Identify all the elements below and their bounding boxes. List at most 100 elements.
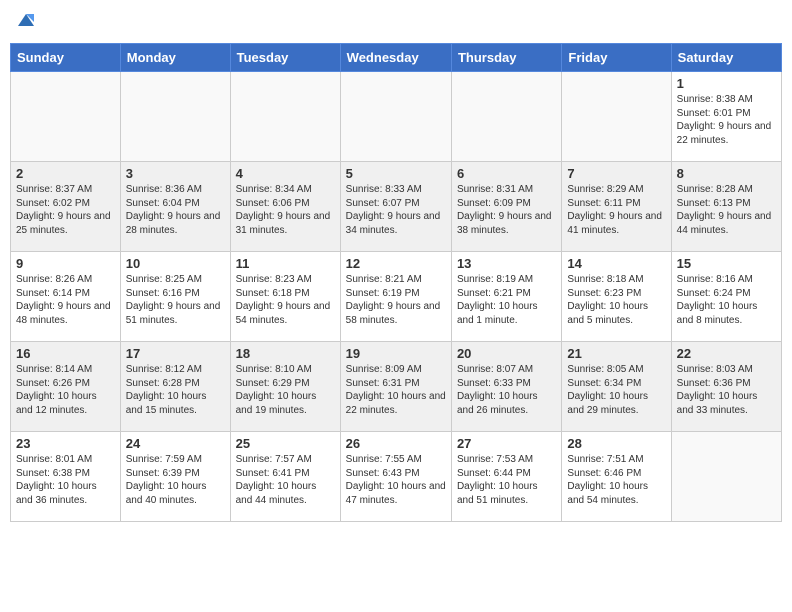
day-number: 12: [346, 256, 446, 271]
day-info: Sunrise: 8:25 AMSunset: 6:16 PMDaylight:…: [126, 273, 225, 327]
day-number: 13: [457, 256, 556, 271]
day-info: Sunrise: 8:31 AMSunset: 6:09 PMDaylight:…: [457, 183, 556, 237]
day-number: 2: [16, 166, 115, 181]
day-info: Sunrise: 8:14 AMSunset: 6:26 PMDaylight:…: [16, 363, 115, 417]
day-number: 28: [567, 436, 665, 451]
day-number: 5: [346, 166, 446, 181]
calendar-day: 27 Sunrise: 7:53 AMSunset: 6:44 PMDayligh…: [451, 432, 561, 522]
calendar-day: 1 Sunrise: 8:38 AMSunset: 6:01 PMDaylight…: [671, 72, 781, 162]
day-number: 7: [567, 166, 665, 181]
calendar-day: 11 Sunrise: 8:23 AMSunset: 6:18 PMDayligh…: [230, 252, 340, 342]
day-info: Sunrise: 7:57 AMSunset: 6:41 PMDaylight:…: [236, 453, 335, 507]
calendar-day: 6 Sunrise: 8:31 AMSunset: 6:09 PMDaylight…: [451, 162, 561, 252]
logo-icon: [16, 10, 36, 30]
calendar-day: 4 Sunrise: 8:34 AMSunset: 6:06 PMDaylight…: [230, 162, 340, 252]
day-info: Sunrise: 8:18 AMSunset: 6:23 PMDaylight:…: [567, 273, 665, 327]
day-info: Sunrise: 8:28 AMSunset: 6:13 PMDaylight:…: [677, 183, 776, 237]
weekday-header-row: SundayMondayTuesdayWednesdayThursdayFrid…: [11, 44, 782, 72]
calendar-day: 26 Sunrise: 7:55 AMSunset: 6:43 PMDayligh…: [340, 432, 451, 522]
day-number: 18: [236, 346, 335, 361]
calendar-week-4: 23 Sunrise: 8:01 AMSunset: 6:38 PMDayligh…: [11, 432, 782, 522]
day-info: Sunrise: 8:33 AMSunset: 6:07 PMDaylight:…: [346, 183, 446, 237]
calendar-day: 18 Sunrise: 8:10 AMSunset: 6:29 PMDayligh…: [230, 342, 340, 432]
calendar-day: [451, 72, 561, 162]
calendar-day: 3 Sunrise: 8:36 AMSunset: 6:04 PMDaylight…: [120, 162, 230, 252]
day-info: Sunrise: 8:01 AMSunset: 6:38 PMDaylight:…: [16, 453, 115, 507]
calendar-day: [230, 72, 340, 162]
day-number: 8: [677, 166, 776, 181]
calendar-day: 9Sunrise: 8:26 AMSunset: 6:14 PMDaylight…: [11, 252, 121, 342]
day-info: Sunrise: 8:10 AMSunset: 6:29 PMDaylight:…: [236, 363, 335, 417]
calendar-day: [340, 72, 451, 162]
calendar-day: 21 Sunrise: 8:05 AMSunset: 6:34 PMDayligh…: [562, 342, 671, 432]
day-info: Sunrise: 8:16 AMSunset: 6:24 PMDaylight:…: [677, 273, 776, 327]
calendar-day: 2 Sunrise: 8:37 AMSunset: 6:02 PMDaylight…: [11, 162, 121, 252]
day-number: 23: [16, 436, 115, 451]
calendar-table: SundayMondayTuesdayWednesdayThursdayFrid…: [10, 43, 782, 522]
calendar-day: 8 Sunrise: 8:28 AMSunset: 6:13 PMDaylight…: [671, 162, 781, 252]
day-info: Sunrise: 8:36 AMSunset: 6:04 PMDaylight:…: [126, 183, 225, 237]
calendar-day: 16 Sunrise: 8:14 AMSunset: 6:26 PMDayligh…: [11, 342, 121, 432]
day-info: Sunrise: 8:07 AMSunset: 6:33 PMDaylight:…: [457, 363, 556, 417]
calendar-day: 25 Sunrise: 7:57 AMSunset: 6:41 PMDayligh…: [230, 432, 340, 522]
day-info: Sunrise: 7:51 AMSunset: 6:46 PMDaylight:…: [567, 453, 665, 507]
weekday-header-monday: Monday: [120, 44, 230, 72]
calendar-day: 12 Sunrise: 8:21 AMSunset: 6:19 PMDayligh…: [340, 252, 451, 342]
calendar-day: 28 Sunrise: 7:51 AMSunset: 6:46 PMDayligh…: [562, 432, 671, 522]
day-info: Sunrise: 8:38 AMSunset: 6:01 PMDaylight:…: [677, 93, 776, 147]
day-number: 16: [16, 346, 115, 361]
day-number: 26: [346, 436, 446, 451]
day-number: 15: [677, 256, 776, 271]
calendar-day: 7 Sunrise: 8:29 AMSunset: 6:11 PMDaylight…: [562, 162, 671, 252]
calendar-day: 17 Sunrise: 8:12 AMSunset: 6:28 PMDayligh…: [120, 342, 230, 432]
day-number: 21: [567, 346, 665, 361]
day-number: 17: [126, 346, 225, 361]
weekday-header-saturday: Saturday: [671, 44, 781, 72]
day-info: Sunrise: 8:12 AMSunset: 6:28 PMDaylight:…: [126, 363, 225, 417]
calendar-day: 13 Sunrise: 8:19 AMSunset: 6:21 PMDayligh…: [451, 252, 561, 342]
day-number: 3: [126, 166, 225, 181]
calendar-day: 23 Sunrise: 8:01 AMSunset: 6:38 PMDayligh…: [11, 432, 121, 522]
day-info: Sunrise: 8:37 AMSunset: 6:02 PMDaylight:…: [16, 183, 115, 237]
day-info: Sunrise: 7:55 AMSunset: 6:43 PMDaylight:…: [346, 453, 446, 507]
page-header: [10, 10, 782, 35]
day-number: 14: [567, 256, 665, 271]
day-number: 25: [236, 436, 335, 451]
day-number: 20: [457, 346, 556, 361]
day-number: 22: [677, 346, 776, 361]
calendar-day: [120, 72, 230, 162]
day-number: 4: [236, 166, 335, 181]
calendar-day: 20 Sunrise: 8:07 AMSunset: 6:33 PMDayligh…: [451, 342, 561, 432]
calendar-week-1: 2 Sunrise: 8:37 AMSunset: 6:02 PMDaylight…: [11, 162, 782, 252]
day-number: 1: [677, 76, 776, 91]
weekday-header-tuesday: Tuesday: [230, 44, 340, 72]
weekday-header-wednesday: Wednesday: [340, 44, 451, 72]
weekday-header-friday: Friday: [562, 44, 671, 72]
day-info: Sunrise: 8:09 AMSunset: 6:31 PMDaylight:…: [346, 363, 446, 417]
day-info: Sunrise: 8:23 AMSunset: 6:18 PMDaylight:…: [236, 273, 335, 327]
day-info: Sunrise: 7:53 AMSunset: 6:44 PMDaylight:…: [457, 453, 556, 507]
day-info: Sunrise: 8:05 AMSunset: 6:34 PMDaylight:…: [567, 363, 665, 417]
day-number: 11: [236, 256, 335, 271]
day-info: Sunrise: 7:59 AMSunset: 6:39 PMDaylight:…: [126, 453, 225, 507]
calendar-day: 24 Sunrise: 7:59 AMSunset: 6:39 PMDayligh…: [120, 432, 230, 522]
day-info: Sunrise: 8:29 AMSunset: 6:11 PMDaylight:…: [567, 183, 665, 237]
day-number: 6: [457, 166, 556, 181]
calendar-day: 15 Sunrise: 8:16 AMSunset: 6:24 PMDayligh…: [671, 252, 781, 342]
day-number: 10: [126, 256, 225, 271]
day-info: Sunrise: 8:21 AMSunset: 6:19 PMDaylight:…: [346, 273, 446, 327]
day-info: Sunrise: 8:34 AMSunset: 6:06 PMDaylight:…: [236, 183, 335, 237]
calendar-day: [562, 72, 671, 162]
day-number: 19: [346, 346, 446, 361]
calendar-day: 10 Sunrise: 8:25 AMSunset: 6:16 PMDayligh…: [120, 252, 230, 342]
calendar-day: [11, 72, 121, 162]
day-info: Sunrise: 8:19 AMSunset: 6:21 PMDaylight:…: [457, 273, 556, 327]
day-number: 9: [16, 256, 115, 271]
calendar-day: 5 Sunrise: 8:33 AMSunset: 6:07 PMDaylight…: [340, 162, 451, 252]
day-info: Sunrise: 8:03 AMSunset: 6:36 PMDaylight:…: [677, 363, 776, 417]
day-number: 27: [457, 436, 556, 451]
day-number: 24: [126, 436, 225, 451]
weekday-header-thursday: Thursday: [451, 44, 561, 72]
calendar-week-3: 16 Sunrise: 8:14 AMSunset: 6:26 PMDayligh…: [11, 342, 782, 432]
calendar-week-2: 9Sunrise: 8:26 AMSunset: 6:14 PMDaylight…: [11, 252, 782, 342]
